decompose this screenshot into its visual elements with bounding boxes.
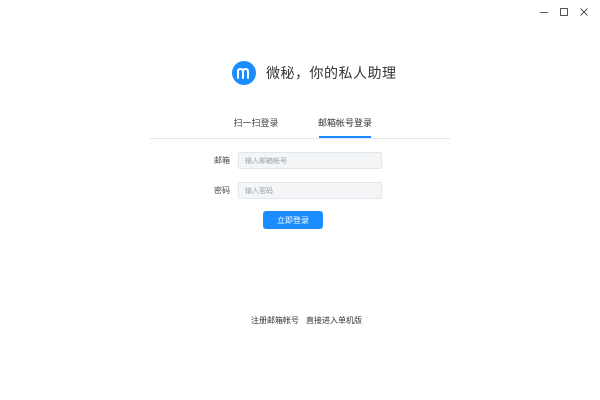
password-row: 密码: [214, 182, 382, 199]
login-button[interactable]: 立即登录: [263, 211, 323, 229]
password-label: 密码: [214, 186, 230, 195]
tab-qr-login[interactable]: 扫一扫登录: [224, 112, 288, 136]
brand-header: 微秘，你的私人助理: [232, 61, 397, 85]
tab-email-login[interactable]: 邮箱帐号登录: [315, 112, 375, 138]
m-logo-icon: [232, 61, 256, 85]
app-title: 微秘，你的私人助理: [266, 66, 397, 82]
register-email-link[interactable]: 注册邮箱帐号: [251, 315, 299, 326]
email-label: 邮箱: [214, 156, 230, 165]
password-input[interactable]: [238, 182, 382, 199]
offline-mode-link[interactable]: 直接进入单机版: [306, 315, 362, 326]
email-row: 邮箱: [214, 152, 382, 169]
maximize-icon[interactable]: [554, 4, 574, 20]
email-input[interactable]: [238, 152, 382, 169]
login-tabs: 扫一扫登录 邮箱帐号登录: [150, 112, 450, 139]
footer-links: 注册邮箱帐号 直接进入单机版: [0, 315, 600, 327]
minimize-icon[interactable]: [534, 4, 554, 20]
window-controls: [534, 4, 594, 20]
close-icon[interactable]: [574, 4, 594, 20]
